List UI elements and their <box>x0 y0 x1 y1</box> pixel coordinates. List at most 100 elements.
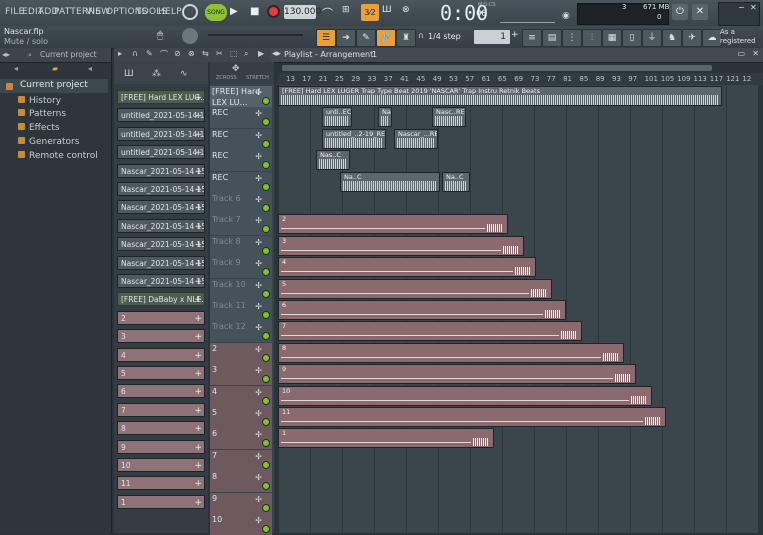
playlist-view-button[interactable]: ☰ <box>316 29 336 47</box>
channel-button[interactable]: Nascar_2021-05-14 15-1…+ <box>117 274 205 288</box>
channel-button[interactable]: [FREE] Hard LEX LUG… + <box>117 90 205 104</box>
track-header[interactable]: 10 ✢ <box>210 514 272 535</box>
channel-options-icon[interactable]: + <box>194 183 202 195</box>
browser-icon[interactable]: ▦ <box>602 29 622 47</box>
tools-icon[interactable]: ✕ <box>692 4 708 20</box>
channel-button[interactable]: Nascar_2021-05-14 15-0…+ <box>117 200 205 215</box>
playlist-minimize-icon[interactable]: ▭ <box>737 49 745 58</box>
track-header[interactable]: REC ✢ <box>210 107 272 129</box>
snap-selector[interactable]: 1/4 step <box>428 30 466 44</box>
piano-roll-icon[interactable]: ▤ <box>542 29 562 47</box>
eye-icon[interactable]: ◉ <box>562 11 570 21</box>
track-move-icon[interactable]: ✢ <box>255 87 262 98</box>
channel-button[interactable]: 3 + <box>117 329 205 344</box>
channel-button[interactable]: 9 + <box>117 439 205 454</box>
audio-clip[interactable]: [FREE] Hard LEX LUGER Trap Type Beat 201… <box>278 86 722 106</box>
channel-button[interactable]: 6 + <box>117 384 205 399</box>
track-move-icon[interactable]: ✢ <box>255 194 262 205</box>
song-mode-toggle[interactable]: SONG <box>205 4 227 21</box>
shop-icon[interactable]: ♞ <box>662 29 682 47</box>
track-header[interactable]: 5 ✢ <box>210 407 272 428</box>
playlist-grid[interactable]: [FREE] Hard LEX LUGER Trap Type Beat 201… <box>278 85 758 533</box>
track-mute-led[interactable] <box>262 182 270 191</box>
metronome-icon[interactable]: ⌒ <box>322 5 340 21</box>
track-mute-led[interactable] <box>262 246 270 255</box>
channel-options-icon[interactable]: + <box>194 257 202 269</box>
paint-icon[interactable]: ✎ <box>356 29 376 47</box>
channel-options-icon[interactable]: + <box>194 275 202 287</box>
channel-button[interactable]: Nascar_2021-05-14 15-1…+ <box>117 255 205 270</box>
track-header[interactable]: 8 ✢ <box>210 471 272 493</box>
channel-button[interactable]: 7 + <box>117 402 205 417</box>
pattern-clip[interactable]: 10 <box>278 385 652 406</box>
channel-options-icon[interactable]: + <box>194 330 202 342</box>
loop-record-icon[interactable]: Ш <box>382 5 398 21</box>
track-mute-led[interactable] <box>262 204 270 212</box>
track-mute-led[interactable] <box>262 289 270 298</box>
pattern-clip[interactable]: 3 <box>278 235 524 256</box>
tempo-display[interactable]: 130.000 <box>284 5 321 19</box>
channel-button[interactable]: 2 + <box>117 310 205 325</box>
track-header[interactable]: 2 ✢ <box>210 342 272 364</box>
track-move-icon[interactable]: ✢ <box>255 408 262 419</box>
audio-clip[interactable]: Nasc..REC <box>378 107 392 128</box>
tool-magnet-icon[interactable]: ∩ <box>132 49 138 58</box>
record-button[interactable] <box>267 5 280 18</box>
minimize-icon[interactable]: − <box>738 3 745 12</box>
track-header[interactable]: Track 12 ✢ <box>210 321 272 343</box>
channel-options-icon[interactable]: + <box>194 349 202 361</box>
track-move-icon[interactable]: ✢ <box>255 451 262 462</box>
track-move-icon[interactable]: ✢ <box>255 151 262 162</box>
track-move-icon[interactable]: ✢ <box>255 108 262 119</box>
pattern-clip[interactable]: 2 <box>278 214 508 235</box>
browser-item-history[interactable]: History <box>18 96 61 106</box>
browser-root[interactable]: Current project <box>0 79 108 93</box>
track-mute-led[interactable] <box>262 460 270 469</box>
channel-options-icon[interactable]: + <box>194 165 202 177</box>
track-mute-led[interactable] <box>262 396 270 405</box>
horizontal-scrollbar[interactable] <box>278 63 758 73</box>
track-move-icon[interactable]: ✢ <box>255 215 262 226</box>
pattern-selector[interactable]: 1 <box>474 30 510 44</box>
channel-button[interactable]: 10 + <box>117 458 205 472</box>
track-move-icon[interactable]: ✢ <box>255 237 262 248</box>
track-header[interactable]: Track 6 ✢ <box>210 193 272 214</box>
audio-clip[interactable]: Na..C <box>340 171 440 192</box>
track-mute-led[interactable] <box>262 268 270 277</box>
track-header[interactable]: 3 ✢ <box>210 364 272 386</box>
arrow-right-icon[interactable]: ◂ <box>88 64 92 73</box>
stop-icon[interactable]: ■ <box>250 6 259 17</box>
track-mute-led[interactable] <box>262 225 270 234</box>
master-pitch-slider[interactable] <box>208 29 303 41</box>
search-icon[interactable]: ⌕ <box>28 51 32 60</box>
track-mute-led[interactable] <box>262 97 270 105</box>
track-move-icon[interactable]: ✢ <box>255 387 262 398</box>
record-knob-icon[interactable] <box>182 4 198 20</box>
tool-pencil-icon[interactable]: ✎ <box>146 49 153 58</box>
channel-options-icon[interactable]: + <box>194 459 202 471</box>
browser-item-effects[interactable]: Effects <box>18 123 60 133</box>
channel-options-icon[interactable]: + <box>194 238 202 250</box>
track-move-icon[interactable]: ✢ <box>255 301 262 312</box>
pattern-clip[interactable]: 4 <box>278 257 536 278</box>
stamp-icon[interactable]: ♜ <box>396 29 416 47</box>
channel-options-icon[interactable]: + <box>194 91 202 103</box>
channel-button[interactable]: untitled_2021-05-14 14-…+ <box>117 108 205 123</box>
channel-options-icon[interactable]: + <box>194 128 202 140</box>
scrollbar-thumb[interactable] <box>282 65 712 71</box>
channel-options-icon[interactable]: + <box>194 367 202 379</box>
wait-input-icon[interactable]: ⊞ <box>342 5 358 21</box>
channel-button[interactable]: 1 + <box>117 494 205 509</box>
mouse-icon[interactable]: 🖱 <box>157 30 163 41</box>
channel-rack-icon[interactable]: ⋮ <box>562 29 582 47</box>
plugin-icon[interactable]: ⏚ <box>642 29 662 47</box>
track-header[interactable]: 7 ✢ <box>210 449 272 471</box>
play-icon[interactable]: ▶ <box>230 6 238 17</box>
track-header[interactable]: 6 ✢ <box>210 428 272 450</box>
audio-clip[interactable]: Nas..C <box>316 150 350 171</box>
arrow-left-icon[interactable]: ◂ <box>14 64 18 73</box>
move-icon[interactable]: ✥ <box>232 64 240 74</box>
tool-arrow-icon[interactable]: ▸ <box>118 49 122 58</box>
channel-options-icon[interactable]: + <box>194 404 202 416</box>
channel-button[interactable]: Nascar_2021-05-14 15-1…+ <box>117 218 205 233</box>
